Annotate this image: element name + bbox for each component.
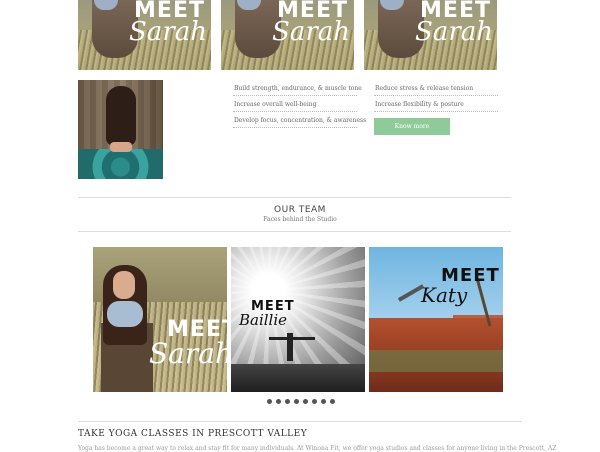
team-card-baillie[interactable]: MEET Baillie bbox=[231, 247, 365, 392]
team-photo-tile[interactable]: MEET Sarah bbox=[221, 0, 354, 70]
carousel-dot[interactable] bbox=[276, 399, 281, 404]
benefits-list-right: Reduce stress & release tension Increase… bbox=[374, 80, 498, 112]
person-feet bbox=[110, 142, 132, 152]
team-photo-tile[interactable]: MEET Sarah bbox=[364, 0, 497, 70]
person-hair bbox=[106, 86, 136, 146]
scarf bbox=[107, 301, 143, 327]
benefit-item: Increase flexibility & posture bbox=[374, 96, 498, 112]
carousel-pagination bbox=[267, 399, 335, 404]
team-card-sarah[interactable]: MEET Sarah bbox=[93, 247, 227, 392]
section-divider bbox=[78, 231, 511, 232]
section-heading: TAKE YOGA CLASSES IN PRESCOTT VALLEY bbox=[78, 429, 308, 439]
card-name-text: Baillie bbox=[239, 311, 288, 329]
benefits-list-left: Build strength, endurance, & muscle tone… bbox=[233, 80, 366, 128]
know-more-button[interactable]: Know more bbox=[374, 118, 450, 135]
tile-name-text: Sarah bbox=[272, 17, 350, 47]
benefit-item: Reduce stress & release tension bbox=[374, 80, 498, 96]
carousel-dot[interactable] bbox=[321, 399, 326, 404]
tile-name-text: Sarah bbox=[129, 17, 207, 47]
card-name-text: Katy bbox=[421, 283, 468, 307]
benefit-item: Increase overall well-being bbox=[233, 96, 357, 112]
section-divider bbox=[78, 421, 522, 422]
rock-ground bbox=[231, 364, 365, 392]
team-photo-tile[interactable]: MEET Sarah bbox=[78, 0, 211, 70]
team-card-katy[interactable]: MEET Katy bbox=[369, 247, 503, 392]
desert-brush bbox=[369, 350, 503, 372]
section-divider bbox=[78, 197, 511, 198]
section-subtitle: Faces behind the Studio bbox=[263, 216, 337, 223]
carousel-dot[interactable] bbox=[312, 399, 317, 404]
carousel-dot[interactable] bbox=[303, 399, 308, 404]
tile-name-text: Sarah bbox=[415, 17, 493, 47]
section-title: OUR TEAM bbox=[274, 205, 326, 215]
yoga-mat bbox=[78, 149, 163, 179]
carousel-dot[interactable] bbox=[285, 399, 290, 404]
carousel-dot[interactable] bbox=[267, 399, 272, 404]
benefit-item: Build strength, endurance, & muscle tone bbox=[233, 80, 362, 96]
benefit-item: Develop focus, concentration, & awarenes… bbox=[233, 112, 366, 128]
section-paragraph: Yoga has become a great way to relax and… bbox=[78, 445, 557, 452]
carousel-dot[interactable] bbox=[330, 399, 335, 404]
person-face bbox=[113, 271, 135, 299]
card-name-text: Sarah bbox=[149, 337, 227, 370]
carousel-dot[interactable] bbox=[294, 399, 299, 404]
person-silhouette bbox=[287, 333, 293, 361]
yoga-pose-photo bbox=[78, 80, 163, 179]
